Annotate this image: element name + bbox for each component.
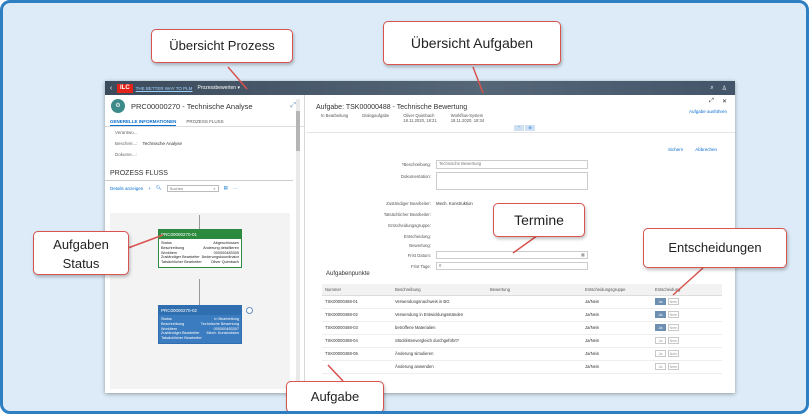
pointer-aufgaben — [472, 66, 484, 94]
pointer-aufgabe — [327, 364, 344, 382]
callout-uebersicht-prozess: Übersicht Prozess — [151, 29, 293, 63]
callout-aufgabe: Aufgabe — [286, 381, 384, 411]
callout-entscheidungen: Entscheidungen — [643, 228, 787, 268]
slide-frame: ‹ ILC THE BETTER WAY TO PLM Prozessbewer… — [0, 0, 809, 414]
callout-termine: Termine — [493, 203, 585, 237]
pointer-entscheidungen — [672, 267, 704, 296]
pointer-status — [127, 234, 164, 249]
callout-uebersicht-aufgaben: Übersicht Aufgaben — [383, 21, 561, 65]
callout-aufgaben-status: Aufgaben Status — [33, 231, 129, 275]
pointer-prozess — [227, 66, 248, 90]
